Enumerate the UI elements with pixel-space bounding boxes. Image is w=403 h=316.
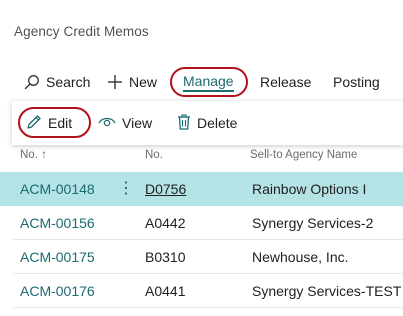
search-button[interactable]: Search — [24, 62, 90, 102]
table-row[interactable]: ACM-00175 B0310 Newhouse, Inc. — [0, 240, 403, 274]
release-label: Release — [260, 74, 312, 90]
column-header-sell-to-agency-name[interactable]: Sell-to Agency Name — [250, 149, 357, 161]
view-button[interactable]: View — [98, 101, 152, 145]
row-no-link[interactable]: ACM-00176 — [20, 283, 95, 299]
row-no-link[interactable]: ACM-00148 — [20, 181, 95, 197]
pencil-icon — [26, 114, 42, 133]
new-button[interactable]: New — [107, 62, 157, 102]
column-header-no-2[interactable]: No. — [145, 149, 163, 161]
row-actions-icon[interactable]: ⋮ — [118, 178, 134, 198]
row-no-link[interactable]: ACM-00156 — [20, 215, 95, 231]
eye-icon — [98, 115, 116, 132]
row-no-2: B0310 — [145, 249, 186, 265]
table-row[interactable]: ACM-00176 A0441 Synergy Services-TEST — [0, 274, 403, 308]
page-title: Agency Credit Memos — [14, 24, 149, 39]
row-agency-name: Rainbow Options I — [252, 181, 367, 197]
search-label: Search — [46, 74, 91, 90]
row-agency-name: Newhouse, Inc. — [252, 249, 349, 265]
search-icon — [24, 74, 40, 90]
new-label: New — [129, 74, 158, 90]
trash-icon — [177, 113, 191, 133]
row-no-link[interactable]: ACM-00175 — [20, 249, 95, 265]
manage-submenu: Edit View Delete — [12, 101, 403, 145]
column-header-no[interactable]: No. ↑ — [20, 149, 47, 161]
row-divider — [13, 307, 403, 308]
manage-label: Manage — [183, 73, 234, 92]
plus-icon — [107, 74, 123, 90]
list-header: No. ↑ No. Sell-to Agency Name — [0, 145, 403, 173]
table-row[interactable]: ACM-00148 ⋮ D0756 Rainbow Options I — [0, 172, 403, 206]
row-no-2: A0441 — [145, 283, 186, 299]
posting-tab[interactable]: Posting — [333, 62, 380, 102]
table-row[interactable]: ACM-00156 A0442 Synergy Services-2 — [0, 206, 403, 240]
delete-button[interactable]: Delete — [177, 101, 237, 145]
view-label: View — [122, 115, 153, 131]
posting-label: Posting — [333, 74, 380, 90]
row-agency-name: Synergy Services-TEST — [252, 283, 402, 299]
delete-label: Delete — [197, 115, 238, 131]
release-tab[interactable]: Release — [260, 62, 311, 102]
edit-button[interactable]: Edit — [26, 101, 72, 145]
row-no-2: D0756 — [145, 181, 187, 197]
edit-label: Edit — [48, 115, 73, 131]
row-agency-name: Synergy Services-2 — [252, 215, 374, 231]
action-bar: Search New Manage Release Posting — [0, 62, 403, 102]
manage-tab[interactable]: Manage — [183, 62, 234, 102]
row-no-2: A0442 — [145, 215, 186, 231]
